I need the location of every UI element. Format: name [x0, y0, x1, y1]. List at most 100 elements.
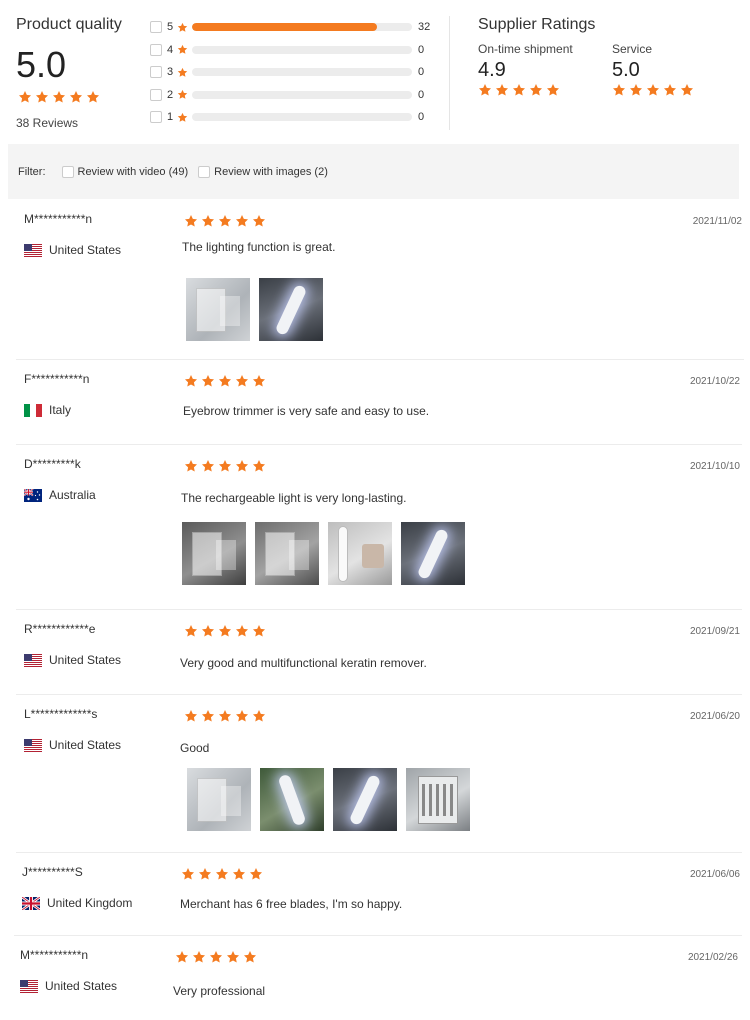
review-stars [184, 624, 269, 638]
review-item: J**********S United Kingdom 2021/06/06 Merc… [14, 853, 742, 936]
star-icon [69, 90, 83, 104]
filter-images-option[interactable]: Review with images (2) [198, 165, 328, 178]
review-date: 2021/02/26 [687, 952, 738, 963]
product-quality-title: Product quality [16, 16, 122, 33]
reviewer-country: United States [20, 979, 117, 993]
star-icon [546, 83, 560, 97]
review-date: 2021/10/22 [689, 376, 740, 387]
star-icon [663, 83, 677, 97]
star-icon [184, 459, 198, 473]
star-icon [226, 950, 240, 964]
star-icon [175, 950, 189, 964]
review-image-device-cap[interactable] [328, 522, 392, 585]
star-icon [235, 624, 249, 638]
star-icon [529, 83, 543, 97]
star-icon [86, 90, 100, 104]
filter-video-checkbox[interactable] [61, 165, 74, 178]
review-stars [181, 867, 266, 881]
review-image-lit-device[interactable] [333, 768, 397, 831]
review-image-packaging-open[interactable] [186, 278, 250, 341]
review-date: 2021/11/02 [692, 216, 742, 227]
review-stars [175, 950, 260, 964]
review-date: 2021/10/10 [689, 461, 740, 472]
distribution-checkbox[interactable] [150, 66, 162, 79]
review-date: 2021/09/21 [689, 626, 740, 637]
reviewer-country: United Kingdom [22, 896, 132, 910]
distribution-row: 20 [150, 84, 440, 107]
distribution-checkbox[interactable] [150, 43, 162, 56]
review-image-blades[interactable] [406, 768, 470, 831]
distribution-bar [192, 90, 412, 99]
distribution-checkbox[interactable] [150, 88, 162, 101]
star-icon [252, 709, 266, 723]
service-value: 5.0 [612, 59, 640, 81]
ontime-shipment-label: On-time shipment [478, 42, 573, 56]
star-icon [35, 90, 49, 104]
star-icon [252, 459, 266, 473]
it-flag-icon [24, 403, 42, 417]
review-date: 2021/06/06 [689, 869, 740, 880]
star-icon [198, 867, 212, 881]
filter-images-checkbox[interactable] [198, 165, 211, 178]
filter-label: Filter: [18, 165, 46, 178]
reviewer-name: M***********n [20, 948, 89, 962]
reviewer-country: United States [24, 738, 121, 752]
reviewer-country: United States [24, 653, 121, 667]
review-text: The lighting function is great. [182, 240, 336, 254]
review-image-lit-device[interactable] [401, 522, 465, 585]
review-item: M***********n United States 2021/02/26 Very… [12, 936, 740, 1020]
review-images [187, 768, 479, 831]
rating-distribution: 5 32 4 0 3 0 2 0 1 0 [150, 16, 440, 129]
star-icon [612, 83, 626, 97]
review-text: Eyebrow trimmer is very safe and easy to… [183, 404, 430, 418]
country-name: Italy [49, 403, 72, 417]
review-stars [184, 459, 269, 473]
distribution-count: 0 [418, 88, 425, 101]
review-image-packaging-open[interactable] [187, 768, 251, 831]
us-flag-icon [24, 738, 42, 752]
filter-images-label: Review with images (2) [214, 165, 328, 178]
us-flag-icon [20, 979, 38, 993]
service-rating: Service 5.0 [612, 42, 697, 97]
review-images [186, 278, 332, 341]
review-stars [184, 374, 269, 388]
country-name: United States [49, 653, 122, 667]
star-icon [629, 83, 643, 97]
star-icon [243, 950, 257, 964]
reviewer-country: United States [24, 243, 121, 257]
review-stars [184, 214, 269, 228]
star-icon [177, 67, 188, 78]
review-image-box-front[interactable] [182, 522, 246, 585]
review-images [182, 522, 474, 585]
review-image-device-box[interactable] [255, 522, 319, 585]
star-icon [235, 459, 249, 473]
reviewer-name: L*************s [24, 707, 98, 721]
distribution-row: 40 [150, 39, 440, 62]
reviews-count: 38 Reviews [16, 116, 79, 130]
review-text: Very good and multifunctional keratin re… [180, 656, 427, 670]
distribution-row: 5 32 [150, 16, 440, 39]
distribution-count: 0 [418, 111, 425, 124]
filter-bar: Filter: Review with video (49) Review wi… [8, 144, 739, 199]
star-icon [215, 867, 229, 881]
star-icon [495, 83, 509, 97]
star-icon [184, 374, 198, 388]
star-icon [218, 624, 232, 638]
us-flag-icon [24, 243, 42, 257]
review-image-lit-device[interactable] [259, 278, 323, 341]
star-icon [177, 89, 188, 100]
star-icon [218, 709, 232, 723]
distribution-checkbox[interactable] [150, 21, 162, 34]
star-icon [646, 83, 660, 97]
distribution-checkbox[interactable] [150, 111, 162, 124]
filter-video-option[interactable]: Review with video (49) [61, 165, 189, 178]
star-icon [478, 83, 492, 97]
star-icon [181, 867, 195, 881]
review-item: L*************s United States 2021/06/20 Go… [16, 695, 742, 853]
review-text: Good [180, 741, 210, 755]
star-icon [249, 867, 263, 881]
distribution-count: 32 [418, 21, 431, 34]
star-icon [680, 83, 694, 97]
review-image-device-plant[interactable] [260, 768, 324, 831]
filter-video-label: Review with video (49) [77, 165, 189, 178]
